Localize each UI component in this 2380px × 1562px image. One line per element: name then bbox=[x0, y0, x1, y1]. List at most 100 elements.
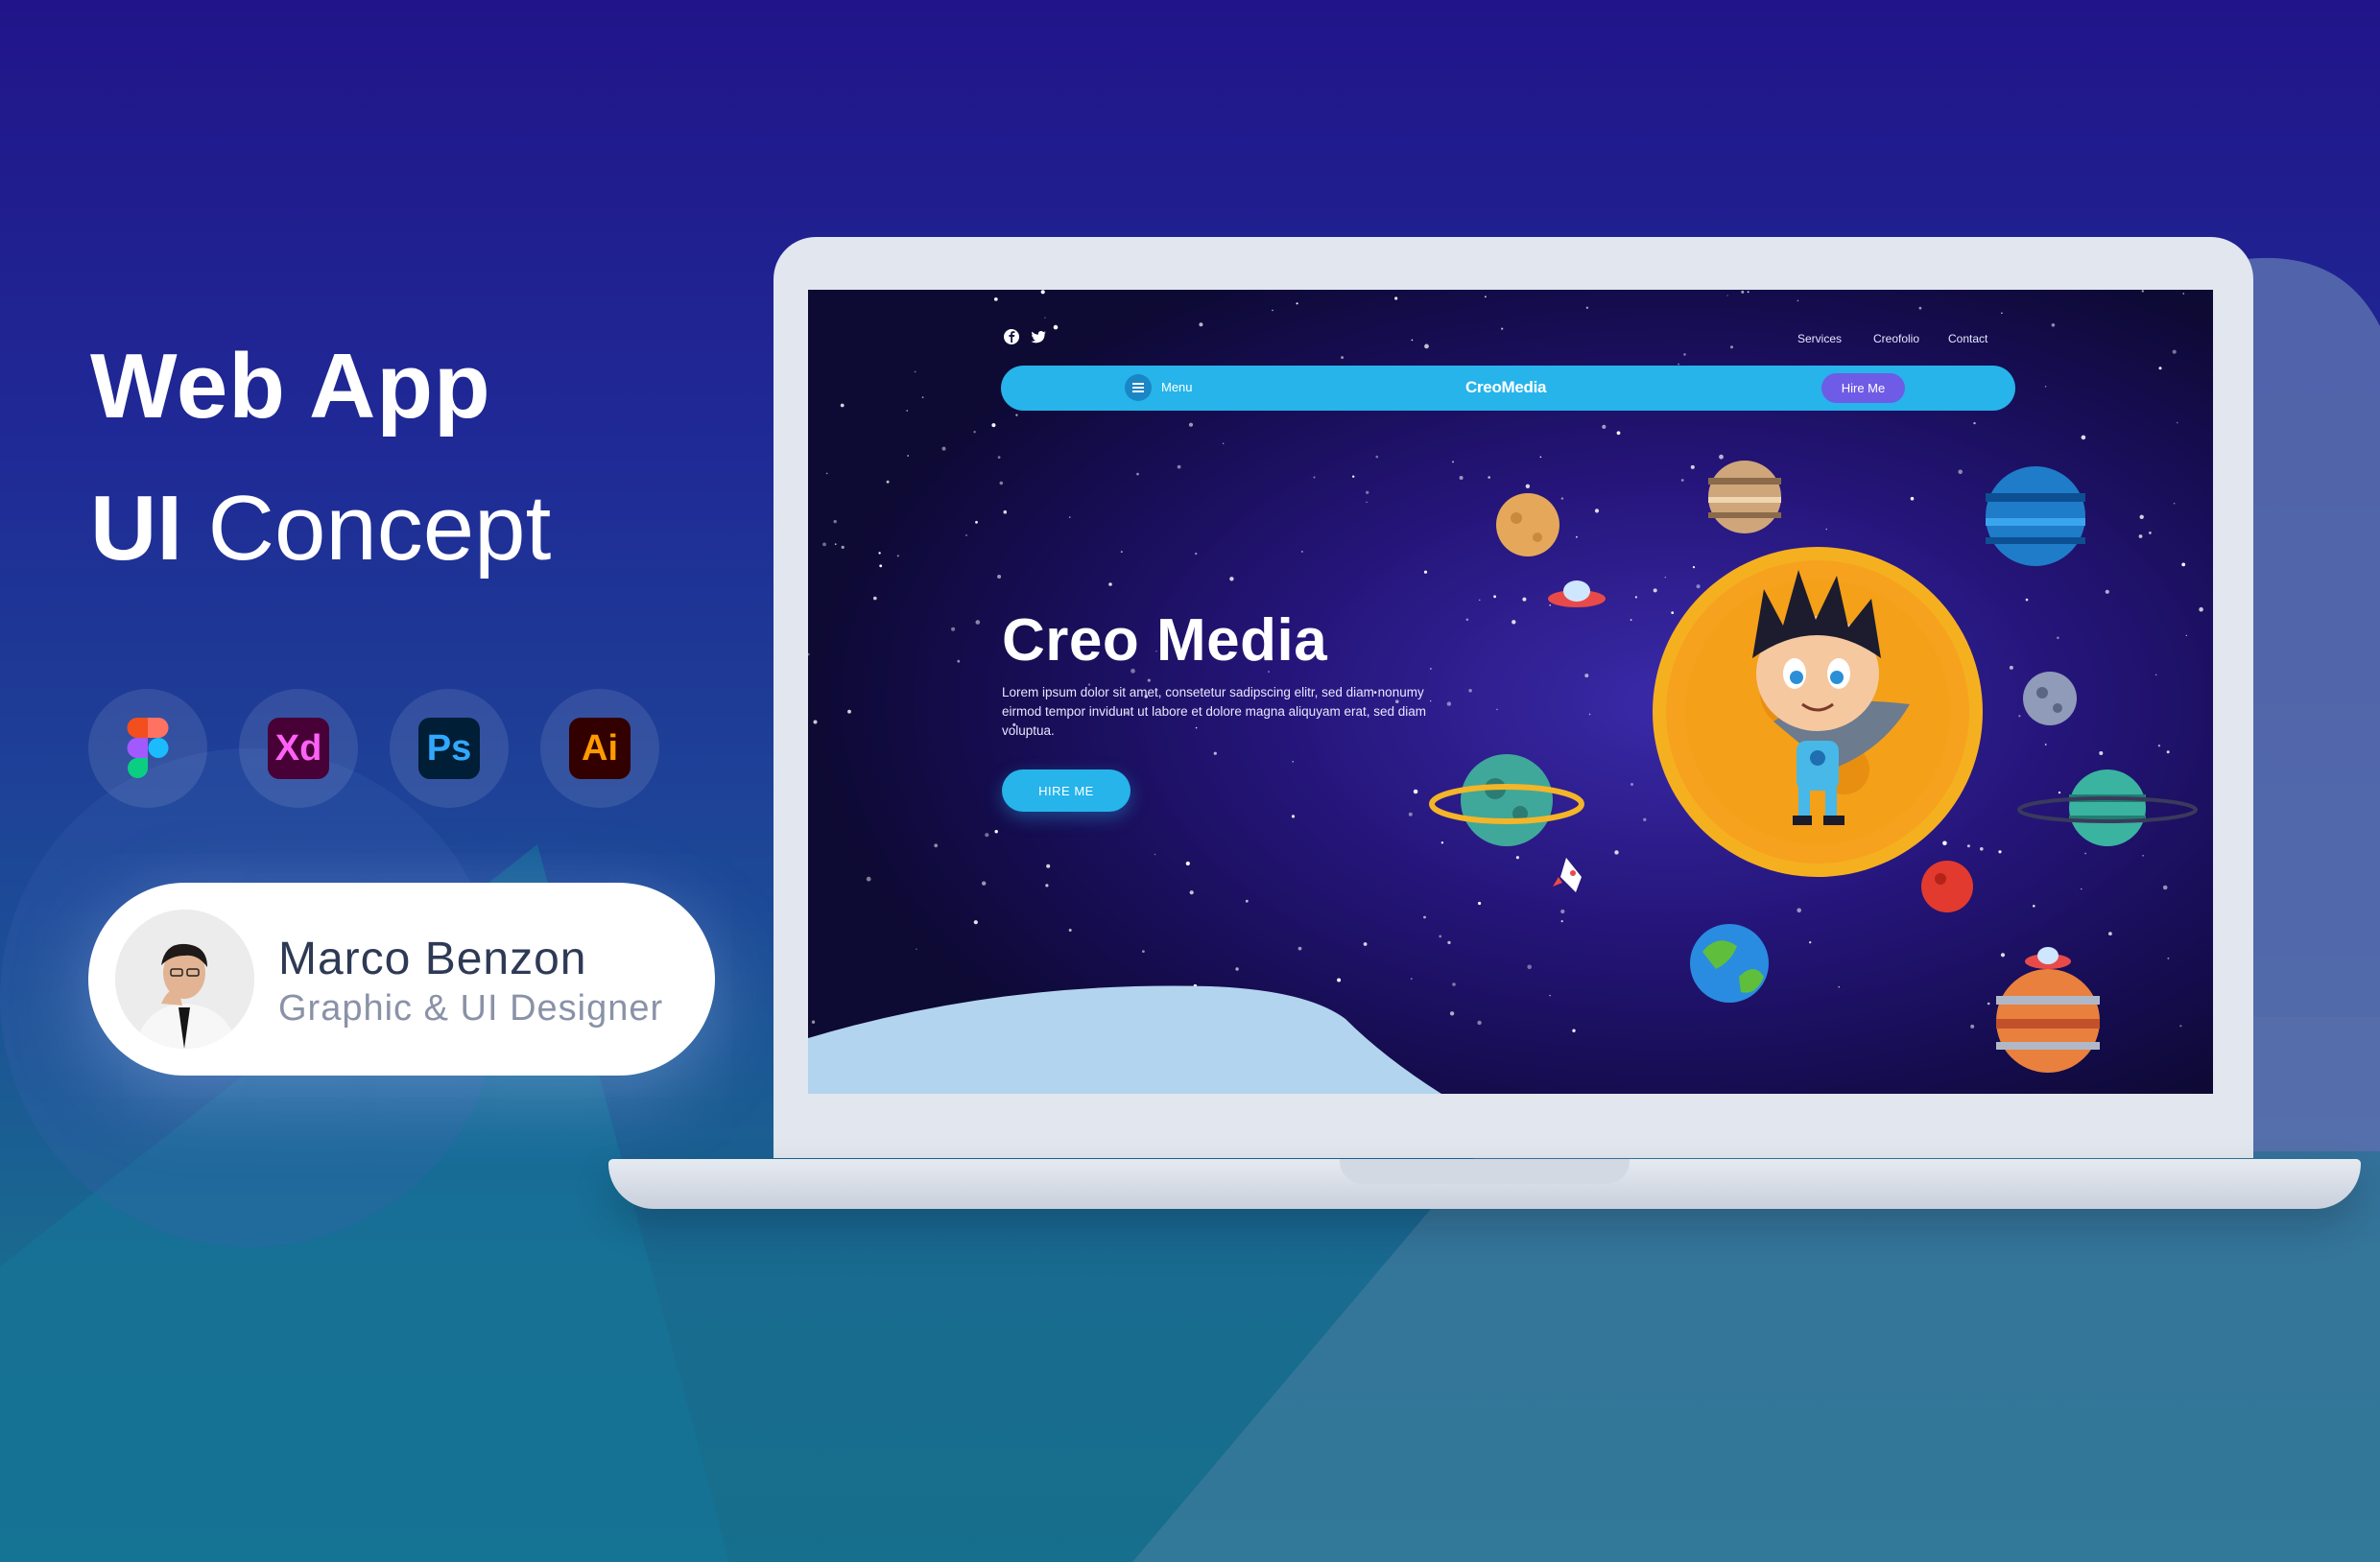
star bbox=[2044, 386, 2047, 388]
earth-icon bbox=[1690, 924, 1769, 1003]
star bbox=[1468, 689, 1472, 693]
star bbox=[1177, 464, 1181, 469]
figma-icon bbox=[127, 718, 169, 778]
star bbox=[2044, 744, 2047, 746]
star bbox=[1496, 708, 1498, 711]
star bbox=[1147, 678, 1151, 682]
star bbox=[1549, 604, 1551, 606]
star bbox=[1653, 588, 1657, 593]
star bbox=[1809, 941, 1812, 944]
star bbox=[1987, 1002, 1990, 1006]
star bbox=[1572, 1029, 1576, 1032]
hire-me-button[interactable]: Hire Me bbox=[1821, 373, 1905, 403]
star bbox=[1465, 618, 1469, 622]
menu-icon[interactable] bbox=[1125, 374, 1152, 401]
star bbox=[1525, 484, 1531, 488]
planet-red-icon bbox=[1921, 861, 1973, 912]
star bbox=[973, 431, 976, 434]
nav-link-contact[interactable]: Contact bbox=[1948, 332, 1987, 345]
star bbox=[1485, 296, 1487, 298]
star bbox=[878, 552, 881, 555]
laptop-screen: Services Creofolio Contact Menu CreoMedi… bbox=[808, 290, 2213, 1094]
facebook-icon[interactable] bbox=[1001, 326, 1022, 347]
planet-teal-ringed-icon bbox=[2017, 769, 2198, 846]
star bbox=[2105, 589, 2109, 594]
star bbox=[1479, 599, 1481, 601]
moon-icon bbox=[2023, 672, 2077, 725]
star bbox=[896, 555, 899, 557]
star bbox=[2181, 562, 2186, 567]
star bbox=[1493, 595, 1496, 599]
star bbox=[1366, 501, 1368, 503]
star bbox=[1522, 597, 1527, 602]
star bbox=[1730, 345, 1733, 349]
star bbox=[2058, 791, 2061, 794]
star bbox=[1424, 343, 1429, 349]
star bbox=[2138, 534, 2143, 538]
menu-button-label[interactable]: Menu bbox=[1161, 380, 1193, 394]
star bbox=[2177, 421, 2178, 424]
star bbox=[866, 876, 871, 882]
star bbox=[1501, 327, 1504, 330]
star bbox=[1154, 853, 1156, 856]
planet-striped-icon bbox=[1708, 461, 1781, 533]
star bbox=[1411, 339, 1414, 342]
star bbox=[1539, 456, 1542, 459]
twitter-icon[interactable] bbox=[1028, 326, 1049, 347]
star bbox=[941, 446, 946, 451]
star bbox=[1313, 476, 1316, 479]
star bbox=[1576, 535, 1578, 538]
star bbox=[1015, 414, 1018, 416]
nav-link-creofolio[interactable]: Creofolio bbox=[1873, 332, 1919, 345]
star bbox=[1643, 817, 1647, 821]
star bbox=[2025, 598, 2029, 602]
site-navbar: Menu CreoMedia Hire Me bbox=[1001, 366, 2015, 411]
star bbox=[997, 575, 1002, 579]
avatar bbox=[115, 910, 254, 1049]
star bbox=[1423, 915, 1426, 919]
star bbox=[1970, 1024, 1975, 1029]
star bbox=[1235, 967, 1239, 971]
star bbox=[2173, 502, 2176, 505]
hero-hire-me-button[interactable]: HIRE ME bbox=[1002, 769, 1130, 812]
star bbox=[2162, 885, 2168, 890]
ai-tool: Ai bbox=[540, 689, 659, 808]
star bbox=[1549, 994, 1551, 997]
star bbox=[1630, 783, 1633, 786]
star bbox=[1410, 978, 1413, 980]
star bbox=[1292, 761, 1294, 763]
star bbox=[2084, 852, 2086, 855]
figma-tool bbox=[88, 689, 207, 808]
star bbox=[2199, 606, 2203, 612]
star bbox=[1223, 442, 1225, 444]
star bbox=[1747, 291, 1749, 294]
nav-link-services[interactable]: Services bbox=[1797, 332, 1842, 345]
star bbox=[1296, 302, 1298, 305]
star bbox=[2081, 435, 2086, 440]
star bbox=[1120, 551, 1123, 554]
star bbox=[2155, 674, 2157, 675]
star bbox=[1726, 295, 1728, 296]
star bbox=[879, 564, 883, 568]
jupiter-icon bbox=[1996, 947, 2100, 1073]
rocket-icon bbox=[1553, 858, 1582, 892]
star bbox=[994, 830, 998, 834]
star bbox=[1301, 551, 1303, 553]
star bbox=[1560, 909, 1565, 914]
star bbox=[847, 709, 851, 714]
star bbox=[808, 652, 810, 656]
star bbox=[822, 542, 826, 547]
star bbox=[951, 627, 956, 631]
star bbox=[982, 881, 987, 886]
star bbox=[1375, 455, 1379, 459]
brand-logo[interactable]: CreoMedia bbox=[1465, 378, 1547, 397]
star bbox=[2142, 855, 2144, 857]
title-line-2: UI Concept bbox=[90, 483, 551, 575]
star bbox=[1291, 815, 1296, 818]
star bbox=[993, 297, 998, 301]
star bbox=[1003, 509, 1008, 514]
star bbox=[997, 456, 1001, 459]
star bbox=[1199, 322, 1203, 327]
star bbox=[1692, 566, 1696, 569]
star bbox=[1229, 577, 1234, 581]
